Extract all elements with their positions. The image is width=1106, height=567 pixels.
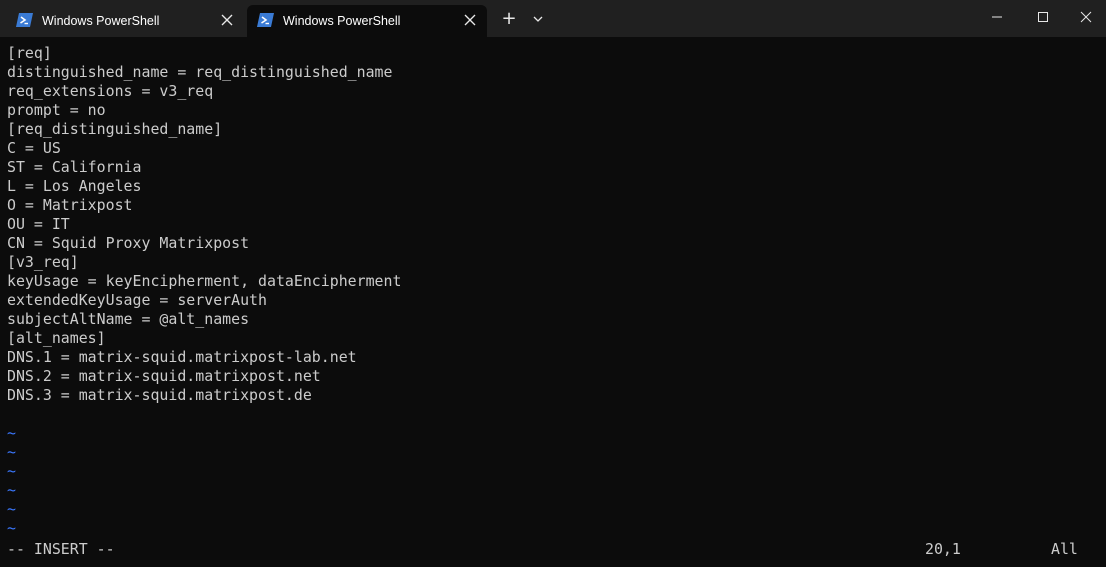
editor-line: [req_distinguished_name] xyxy=(7,120,223,138)
editor-line: CN = Squid Proxy Matrixpost xyxy=(7,234,250,252)
maximize-button[interactable] xyxy=(1020,0,1066,34)
editor-line: DNS.2 = matrix-squid.matrixpost.net xyxy=(7,367,321,385)
editor-line: req_extensions = v3_req xyxy=(7,82,214,100)
empty-line-marker: ~ xyxy=(7,500,16,518)
empty-line-marker: ~ xyxy=(7,519,16,537)
editor-line: keyUsage = keyEncipherment, dataEncipher… xyxy=(7,272,402,290)
minimize-icon xyxy=(992,16,1002,18)
scroll-position: All xyxy=(1051,540,1078,558)
tab-powershell-1[interactable]: Windows PowerShell xyxy=(6,5,244,37)
cursor-position: 20,1 xyxy=(925,540,961,558)
plus-icon: + xyxy=(501,8,517,29)
maximize-icon xyxy=(1038,12,1048,22)
tab-powershell-2[interactable]: Windows PowerShell xyxy=(247,5,487,37)
title-bar: Windows PowerShell Windows PowerShell + xyxy=(0,0,1106,37)
tab-dropdown-button[interactable] xyxy=(526,5,550,33)
empty-line-marker: ~ xyxy=(7,481,16,499)
editor-line: DNS.3 = matrix-squid.matrixpost.de xyxy=(7,386,312,404)
editor-line: OU = IT xyxy=(7,215,70,233)
terminal-area[interactable]: [req] distinguished_name = req_distingui… xyxy=(0,37,1106,567)
editor-line: ST = California xyxy=(7,158,142,176)
empty-line-marker: ~ xyxy=(7,424,16,442)
editor-line: extendedKeyUsage = serverAuth xyxy=(7,291,267,309)
empty-line-marker: ~ xyxy=(7,462,16,480)
window-close-button[interactable] xyxy=(1066,0,1106,34)
empty-line-marker: ~ xyxy=(7,443,16,461)
powershell-icon xyxy=(16,13,33,27)
powershell-icon xyxy=(257,13,274,27)
editor-line: subjectAltName = @alt_names xyxy=(7,310,250,328)
chevron-down-icon xyxy=(533,16,543,22)
close-icon[interactable] xyxy=(464,14,476,26)
editor-line: C = US xyxy=(7,139,61,157)
close-icon[interactable] xyxy=(221,14,233,26)
editor-line: [v3_req] xyxy=(7,253,79,271)
new-tab-button[interactable]: + xyxy=(496,5,522,33)
editor-line: L = Los Angeles xyxy=(7,177,142,195)
editor-line: [req] xyxy=(7,44,52,62)
editor-line: prompt = no xyxy=(7,101,106,119)
tab-title: Windows PowerShell xyxy=(283,14,401,28)
editor-line: [alt_names] xyxy=(7,329,106,347)
tab-title: Windows PowerShell xyxy=(42,14,160,28)
minimize-button[interactable] xyxy=(974,0,1020,34)
terminal-window: Windows PowerShell Windows PowerShell + xyxy=(0,0,1106,567)
vim-mode-indicator: -- INSERT -- xyxy=(7,540,115,558)
close-icon xyxy=(1080,11,1092,23)
editor-line: DNS.1 = matrix-squid.matrixpost-lab.net xyxy=(7,348,357,366)
editor-line: O = Matrixpost xyxy=(7,196,133,214)
editor-line: distinguished_name = req_distinguished_n… xyxy=(7,63,393,81)
